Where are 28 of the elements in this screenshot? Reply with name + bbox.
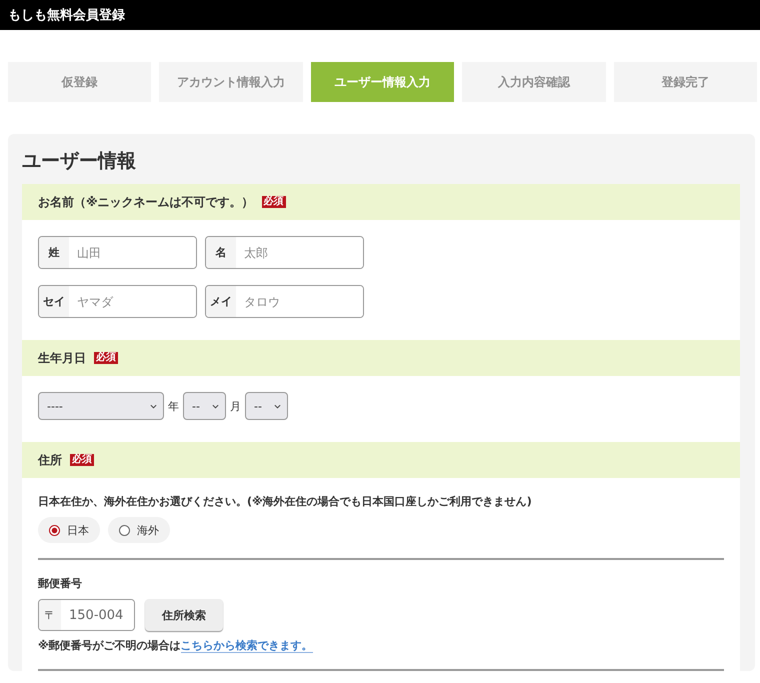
help-text: ※郵便番号がご不明の場合はこちらから検索できます。: [38, 638, 314, 653]
required-badge: 必須: [94, 352, 118, 364]
chevron-down-icon: [212, 404, 219, 408]
field-label: 生年月日: [38, 350, 86, 366]
unit-label: 年: [168, 398, 179, 414]
instruction-text: 日本在住か、海外在住かお選びください。(※海外在住の場合でも日本国口座しかご利用できません): [38, 494, 533, 509]
required-badge: 必須: [70, 454, 94, 466]
name-input[interactable]: セイ ヤマダ: [38, 285, 197, 318]
unit-label: 月: [230, 398, 241, 414]
radio-option[interactable]: 日本: [38, 517, 100, 543]
address-search-button[interactable]: 住所検索: [145, 599, 223, 631]
chevron-down-icon: [150, 404, 157, 408]
field-label: お名前（※ニックネームは不可です。）: [38, 194, 254, 210]
required-badge: 必須: [262, 196, 286, 208]
date-select[interactable]: --: [245, 392, 288, 420]
date-select[interactable]: --: [183, 392, 226, 420]
date-select[interactable]: ----: [38, 392, 164, 420]
chevron-down-icon: [274, 404, 281, 408]
name-input[interactable]: 名 太郎: [205, 236, 364, 269]
radio-option[interactable]: 海外: [108, 517, 170, 543]
name-input[interactable]: 姓 山田: [38, 236, 197, 269]
field-label: 住所: [38, 452, 62, 468]
page-title: もしも無料会員登録: [8, 7, 125, 24]
field-label: 郵便番号: [38, 576, 83, 591]
section-title: ユーザー情報: [22, 149, 137, 174]
name-input[interactable]: メイ タロウ: [205, 285, 364, 318]
search-link[interactable]: こちらから検索できます。: [180, 639, 313, 653]
postal-code-input[interactable]: 〒 150-004: [38, 599, 135, 631]
